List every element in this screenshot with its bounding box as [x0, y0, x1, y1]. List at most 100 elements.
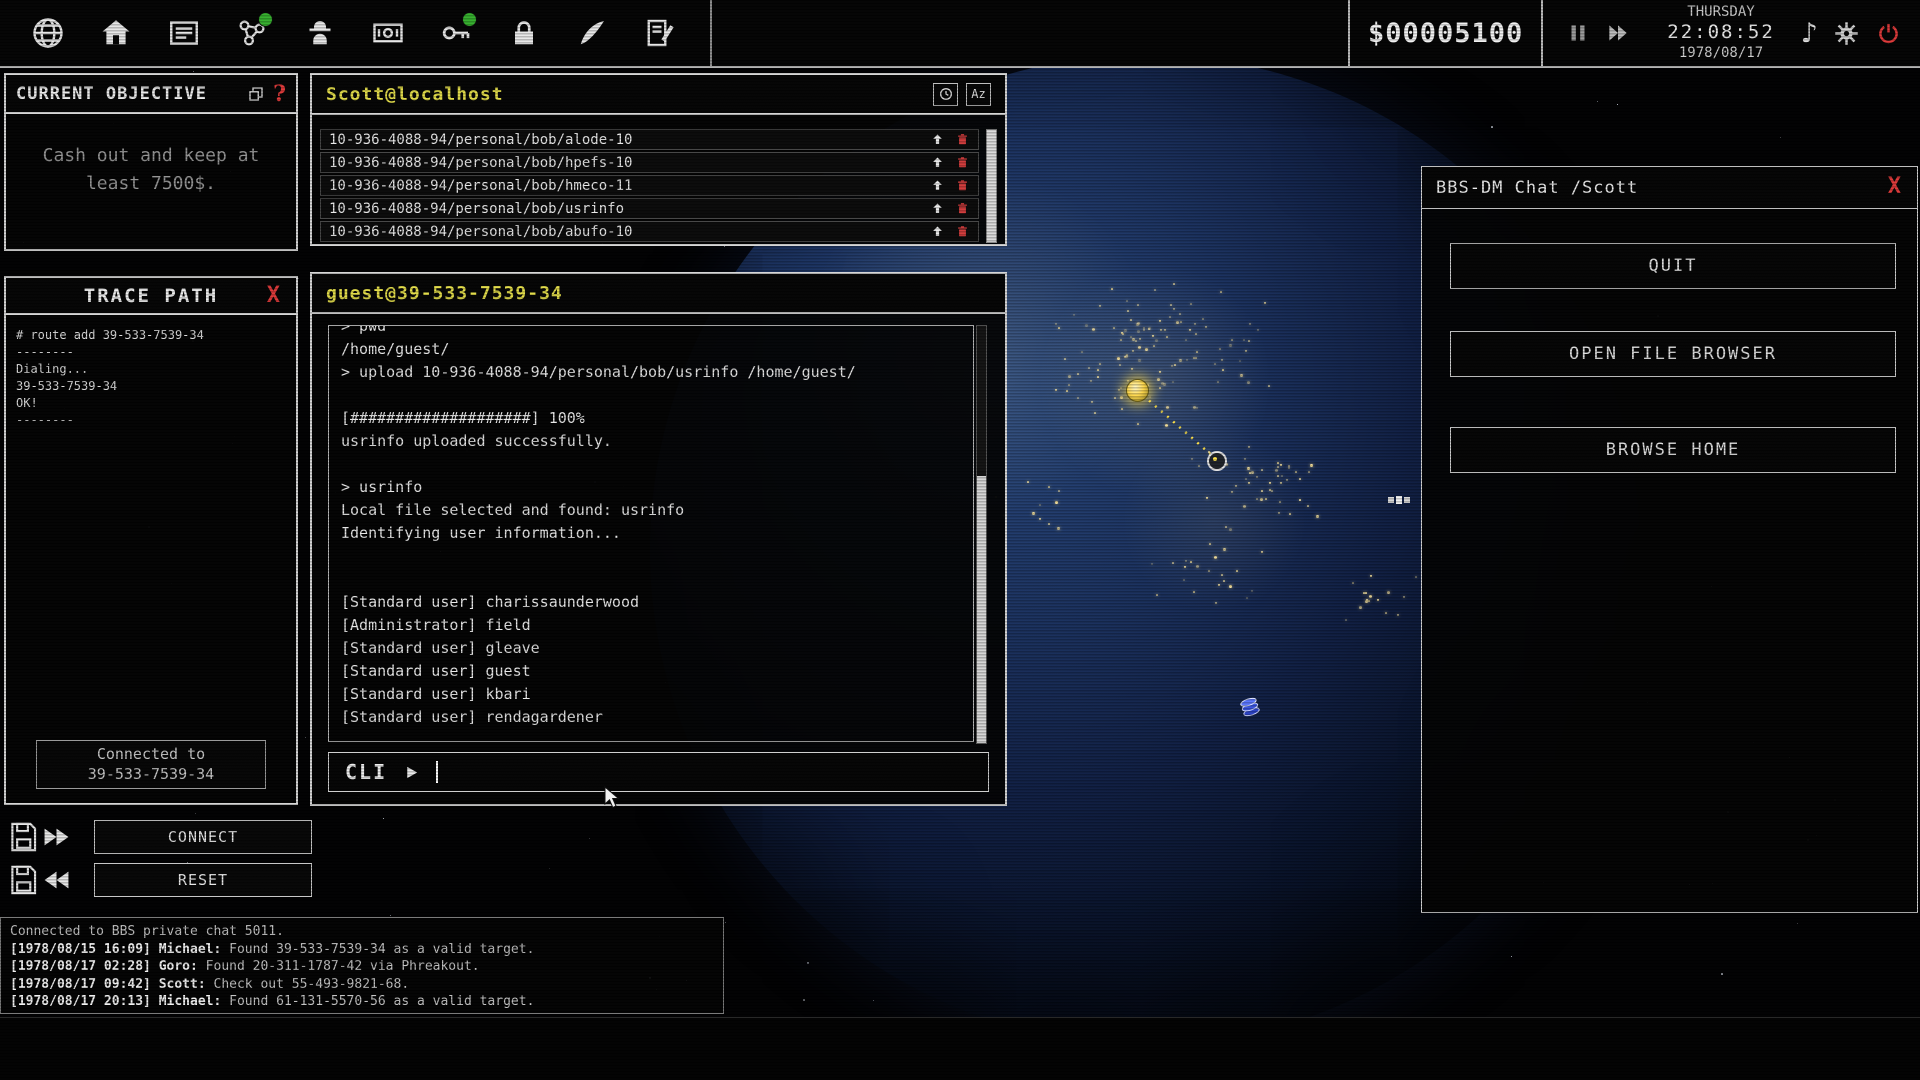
notes-icon[interactable] [638, 11, 682, 55]
trace-line: -------- [16, 412, 286, 429]
file-path: 10-936-4088-94/personal/bob/hmeco-11 [329, 178, 632, 194]
upload-icon[interactable] [930, 201, 945, 216]
map-node-target[interactable] [1207, 451, 1227, 471]
terminal-line [341, 384, 961, 407]
file-row[interactable]: 10-936-4088-94/personal/bob/hmeco-11 [320, 175, 979, 196]
trace-log: # route add 39-533-7539-34--------Dialin… [6, 315, 296, 441]
delete-icon[interactable] [955, 224, 970, 239]
scrollbar-thumb[interactable] [977, 476, 986, 743]
current-objective-panel: CURRENT OBJECTIVE ? Cash out and keep at… [4, 73, 298, 251]
terminal-line: [Standard user] kbari [341, 683, 961, 706]
file-browser-window: Scott@localhost Az 10-936-4088-94/person… [310, 73, 1007, 246]
home-icon[interactable] [94, 11, 138, 55]
agent-icon[interactable] [298, 11, 342, 55]
delete-icon[interactable] [955, 201, 970, 216]
trace-line: OK! [16, 395, 286, 412]
delete-icon[interactable] [955, 155, 970, 170]
fast-forward-icon[interactable] [1605, 20, 1631, 46]
game-screen: $00005100 THURSDAY 22:08:52 1978/08/17 ♪ [0, 0, 1920, 1080]
pen-icon[interactable] [570, 11, 614, 55]
file-path: 10-936-4088-94/personal/bob/usrinfo [329, 201, 624, 217]
sort-time-icon[interactable] [933, 83, 958, 106]
connect-button[interactable]: CONNECT [94, 820, 312, 854]
weekday-label: THURSDAY [1687, 4, 1754, 21]
network-icon[interactable] [230, 11, 274, 55]
trace-status-box: Connected to 39-533-7539-34 [36, 740, 266, 789]
top-toolbar: $00005100 THURSDAY 22:08:52 1978/08/17 ♪ [0, 0, 1920, 68]
trace-line: 39-533-7539-34 [16, 378, 286, 395]
newspaper-icon[interactable] [162, 11, 206, 55]
terminal-header: guest@39-533-7539-34 [312, 274, 1005, 314]
bbs-log-line: [1978/08/17 20:13] Michael: Found 61-131… [10, 993, 714, 1011]
upload-icon[interactable] [930, 132, 945, 147]
terminal-line [341, 453, 961, 476]
open-file-browser-button[interactable]: OPEN FILE BROWSER [1450, 331, 1896, 377]
scrollbar[interactable] [986, 129, 997, 243]
quit-button[interactable]: QUIT [1450, 243, 1896, 289]
trace-path-panel: TRACE PATH X # route add 39-533-7539-34-… [4, 276, 298, 805]
terminal-line: [Administrator] field [341, 614, 961, 637]
scrollbar[interactable] [976, 325, 987, 744]
file-row[interactable]: 10-936-4088-94/personal/bob/abufo-10 [320, 221, 979, 242]
terminal-line: [Standard user] charissaunderwood [341, 591, 961, 614]
bbs-log-intro: Connected to BBS private chat 5011. [10, 923, 714, 941]
terminal-line: Identifying user information... [341, 522, 961, 545]
banknote-icon[interactable] [366, 11, 410, 55]
objective-title: CURRENT OBJECTIVE [16, 84, 207, 104]
money-display: $00005100 [1348, 0, 1543, 66]
upload-icon[interactable] [930, 224, 945, 239]
file-row[interactable]: 10-936-4088-94/personal/bob/alode-10 [320, 129, 979, 150]
terminal-line: [Standard user] guest [341, 660, 961, 683]
file-row[interactable]: 10-936-4088-94/personal/bob/usrinfo [320, 198, 979, 219]
terminal-line: [Standard user] rendagardener [341, 706, 961, 729]
music-icon[interactable]: ♪ [1801, 20, 1818, 47]
file-window-title: Scott@localhost [326, 84, 504, 105]
terminal-output: > pwd/home/guest/> upload 10-936-4088-94… [328, 325, 974, 742]
pause-icon[interactable] [1565, 20, 1591, 46]
cli-label: CLI [345, 760, 387, 784]
server-stack-icon[interactable] [1238, 696, 1262, 718]
terminal-line: [####################] 100% [341, 407, 961, 430]
close-icon[interactable]: X [1882, 173, 1907, 200]
terminal-line: [Standard user] gleave [341, 637, 961, 660]
bbs-dm-chat-window: BBS-DM Chat /Scott X QUIT OPEN FILE BROW… [1421, 166, 1918, 913]
file-path: 10-936-4088-94/personal/bob/alode-10 [329, 132, 632, 148]
sort-alpha-button[interactable]: Az [966, 83, 991, 106]
reset-row: RESET [10, 863, 312, 897]
reset-button[interactable]: RESET [94, 863, 312, 897]
bbs-log-line: [1978/08/17 09:42] Scott: Check out 55-4… [10, 976, 714, 994]
text-cursor [436, 761, 438, 783]
map-node-source[interactable] [1126, 379, 1149, 402]
terminal-line [341, 568, 961, 591]
trace-title: TRACE PATH [84, 285, 218, 307]
trace-line: -------- [16, 344, 286, 361]
time-label: 22:08:52 [1667, 21, 1775, 44]
terminal-line [341, 545, 961, 568]
settings-gear-icon[interactable] [1833, 20, 1860, 47]
date-label: 1978/08/17 [1679, 45, 1763, 62]
satellite-icon[interactable] [1388, 492, 1410, 508]
help-icon[interactable]: ? [273, 81, 286, 107]
power-icon[interactable] [1875, 20, 1902, 47]
delete-icon[interactable] [955, 132, 970, 147]
save-rewind-icon [10, 864, 72, 896]
cli-input[interactable]: CLI [328, 752, 989, 792]
terminal-line: Local file selected and found: usrinfo [341, 499, 961, 522]
lock-icon[interactable] [502, 11, 546, 55]
terminal-line: > usrinfo [341, 476, 961, 499]
globe-icon[interactable] [26, 11, 70, 55]
key-icon[interactable] [434, 11, 478, 55]
scrollbar-thumb[interactable] [987, 130, 996, 242]
file-row[interactable]: 10-936-4088-94/personal/bob/hpefs-10 [320, 152, 979, 173]
terminal-title: guest@39-533-7539-34 [326, 283, 563, 304]
popout-icon[interactable] [247, 85, 265, 103]
objective-text: Cash out and keep at least 7500$. [6, 114, 296, 198]
upload-icon[interactable] [930, 155, 945, 170]
file-path: 10-936-4088-94/personal/bob/hpefs-10 [329, 155, 632, 171]
upload-icon[interactable] [930, 178, 945, 193]
browse-home-button[interactable]: BROWSE HOME [1450, 427, 1896, 473]
close-icon[interactable]: X [261, 282, 286, 309]
delete-icon[interactable] [955, 178, 970, 193]
bottom-bar [0, 1017, 1920, 1080]
time-controls [1543, 20, 1653, 46]
